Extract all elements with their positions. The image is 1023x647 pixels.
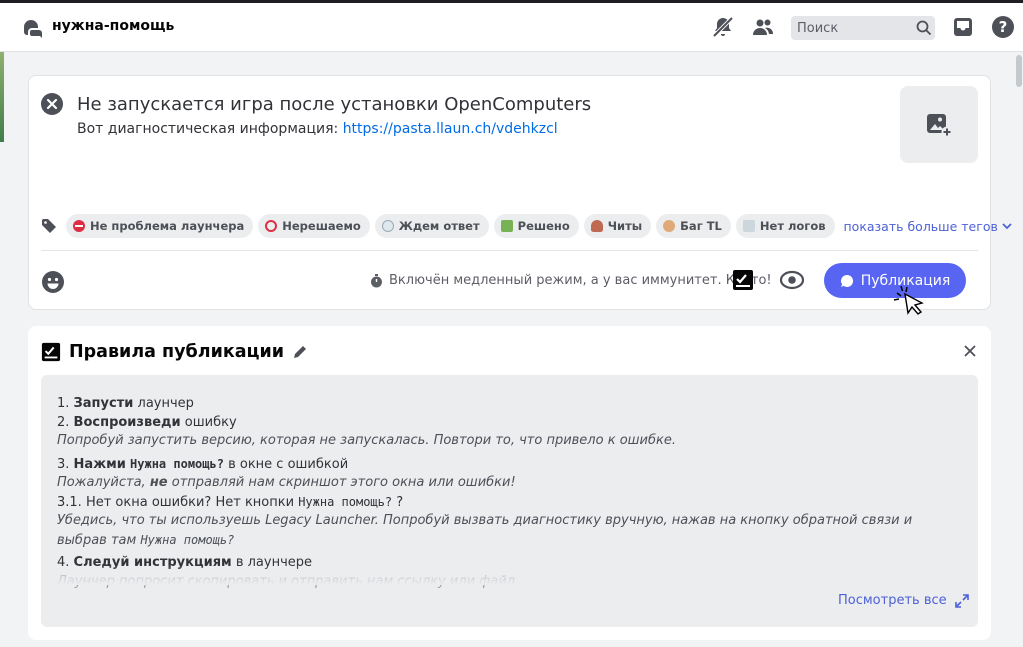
slowmode-notice: Включён медленный режим, а у вас иммунит…	[370, 273, 772, 288]
channel-title: нужна-помощь	[52, 18, 175, 34]
eye-icon	[779, 270, 805, 290]
see-all-label: Посмотреть все	[838, 593, 947, 608]
guidelines-icon	[733, 270, 753, 290]
attach-image-button[interactable]	[900, 86, 978, 163]
tag-label: Нерешаемо	[282, 219, 361, 233]
diagnostic-link[interactable]: https://pasta.llaun.ch/vdehkzcl	[343, 121, 558, 137]
tag-icon	[39, 216, 59, 236]
guidelines-header: Правила публикации	[41, 342, 308, 362]
check-mark-icon	[500, 220, 513, 232]
notifications-muted-icon[interactable]	[711, 15, 735, 39]
empty-box-icon	[742, 220, 755, 232]
composer-divider	[41, 250, 978, 251]
tag-not-launcher-problem[interactable]: Не проблема лаунчера	[66, 214, 254, 238]
search-icon	[913, 17, 935, 39]
rule-2-note: Попробуй запустить версию, которая не за…	[57, 433, 676, 448]
tags-row: Не проблема лаунчера Нерешаемо Ждем отве…	[39, 214, 1012, 238]
post-body-text: Вот диагностическая информация:	[77, 121, 343, 137]
post-title-input[interactable]: Не запускается игра после установки Open…	[77, 94, 591, 115]
tag-label: Нет логов	[759, 219, 826, 233]
tag-waiting-reply[interactable]: Ждем ответ	[374, 214, 489, 238]
tag-solved[interactable]: Решено	[493, 214, 579, 238]
rule-3-note: Пожалуйста, не отправляй нам скриншот эт…	[57, 475, 516, 490]
clock-icon	[381, 220, 394, 232]
tag-label: Читы	[607, 219, 643, 233]
guidelines-content: 1. Запусти лаунчер 2. Воспроизведи ошибк…	[41, 375, 978, 627]
add-image-icon	[927, 113, 953, 137]
chat-bubble-icon	[840, 274, 853, 287]
post-guidelines-panel: Правила публикации 1. Запусти лаунчер 2.…	[28, 326, 991, 640]
post-guidelines-button[interactable]	[732, 269, 756, 293]
rule-3-1-note: Убедись, что ты используешь Legacy Launc…	[57, 513, 913, 548]
inbox-icon[interactable]	[951, 15, 975, 39]
close-guidelines-button[interactable]	[962, 343, 978, 359]
rule-3: 3. Нажми Нужна помощь? в окне с ошибкой	[57, 456, 349, 472]
prohibited-icon	[265, 220, 278, 232]
tag-label: Решено	[517, 219, 570, 233]
smiley-icon	[42, 271, 64, 293]
help-icon[interactable]: ?	[991, 15, 1015, 39]
see-all-link[interactable]: Посмотреть все	[838, 593, 969, 608]
show-more-tags-link[interactable]: показать больше тегов	[844, 219, 1012, 234]
rule-1: 1. Запусти лаунчер	[57, 396, 194, 411]
preview-button[interactable]	[779, 269, 805, 293]
expand-icon	[954, 593, 969, 608]
guidelines-icon	[41, 342, 61, 362]
tag-unsolvable[interactable]: Нерешаемо	[258, 214, 370, 238]
background-image-edge	[0, 52, 4, 142]
edit-pencil-icon[interactable]	[292, 344, 308, 360]
stopwatch-icon	[371, 273, 382, 287]
mouse-pointer-icon	[893, 285, 924, 315]
chevron-down-icon	[1002, 222, 1012, 229]
guidelines-text: 1. Запусти лаунчер 2. Воспроизведи ошибк…	[57, 395, 962, 591]
close-icon	[964, 345, 976, 357]
tag-bug-tl[interactable]: Баг TL	[656, 214, 731, 238]
tag-no-logs[interactable]: Нет логов	[735, 214, 835, 238]
emoji-picker-button[interactable]	[41, 270, 65, 294]
tag-label: Ждем ответ	[398, 219, 480, 233]
channel-header: нужна-помощь Поиск ?	[0, 3, 1023, 52]
forum-channel-icon	[21, 17, 43, 39]
post-body-input[interactable]: Вот диагностическая информация: https://…	[77, 121, 558, 137]
search-input[interactable]: Поиск	[791, 16, 935, 40]
tag-label: Баг TL	[680, 219, 722, 233]
post-composer: Не запускается игра после установки Open…	[28, 75, 1012, 310]
show-more-tags-label: показать больше тегов	[843, 218, 998, 234]
search-placeholder: Поиск	[797, 20, 839, 36]
no-entry-icon	[73, 220, 85, 232]
svg-text:?: ?	[999, 18, 1008, 36]
members-icon[interactable]	[751, 15, 775, 39]
slowmode-text: Включён медленный режим, а у вас иммунит…	[389, 273, 772, 288]
poop-icon	[590, 220, 603, 232]
tag-cheats[interactable]: Читы	[583, 214, 652, 238]
close-icon	[46, 98, 58, 110]
guidelines-title: Правила публикации	[69, 342, 285, 362]
content-fade	[41, 565, 978, 585]
rule-2: 2. Воспроизведи ошибку	[57, 414, 237, 430]
tag-label: Не проблема лаунчера	[90, 219, 245, 233]
face-icon	[663, 220, 676, 232]
rule-3-1: 3.1. Нет окна ошибки? Нет кнопки Нужна п…	[57, 494, 404, 510]
scrollbar-thumb[interactable]	[1016, 55, 1022, 87]
discard-post-button[interactable]	[41, 93, 63, 115]
